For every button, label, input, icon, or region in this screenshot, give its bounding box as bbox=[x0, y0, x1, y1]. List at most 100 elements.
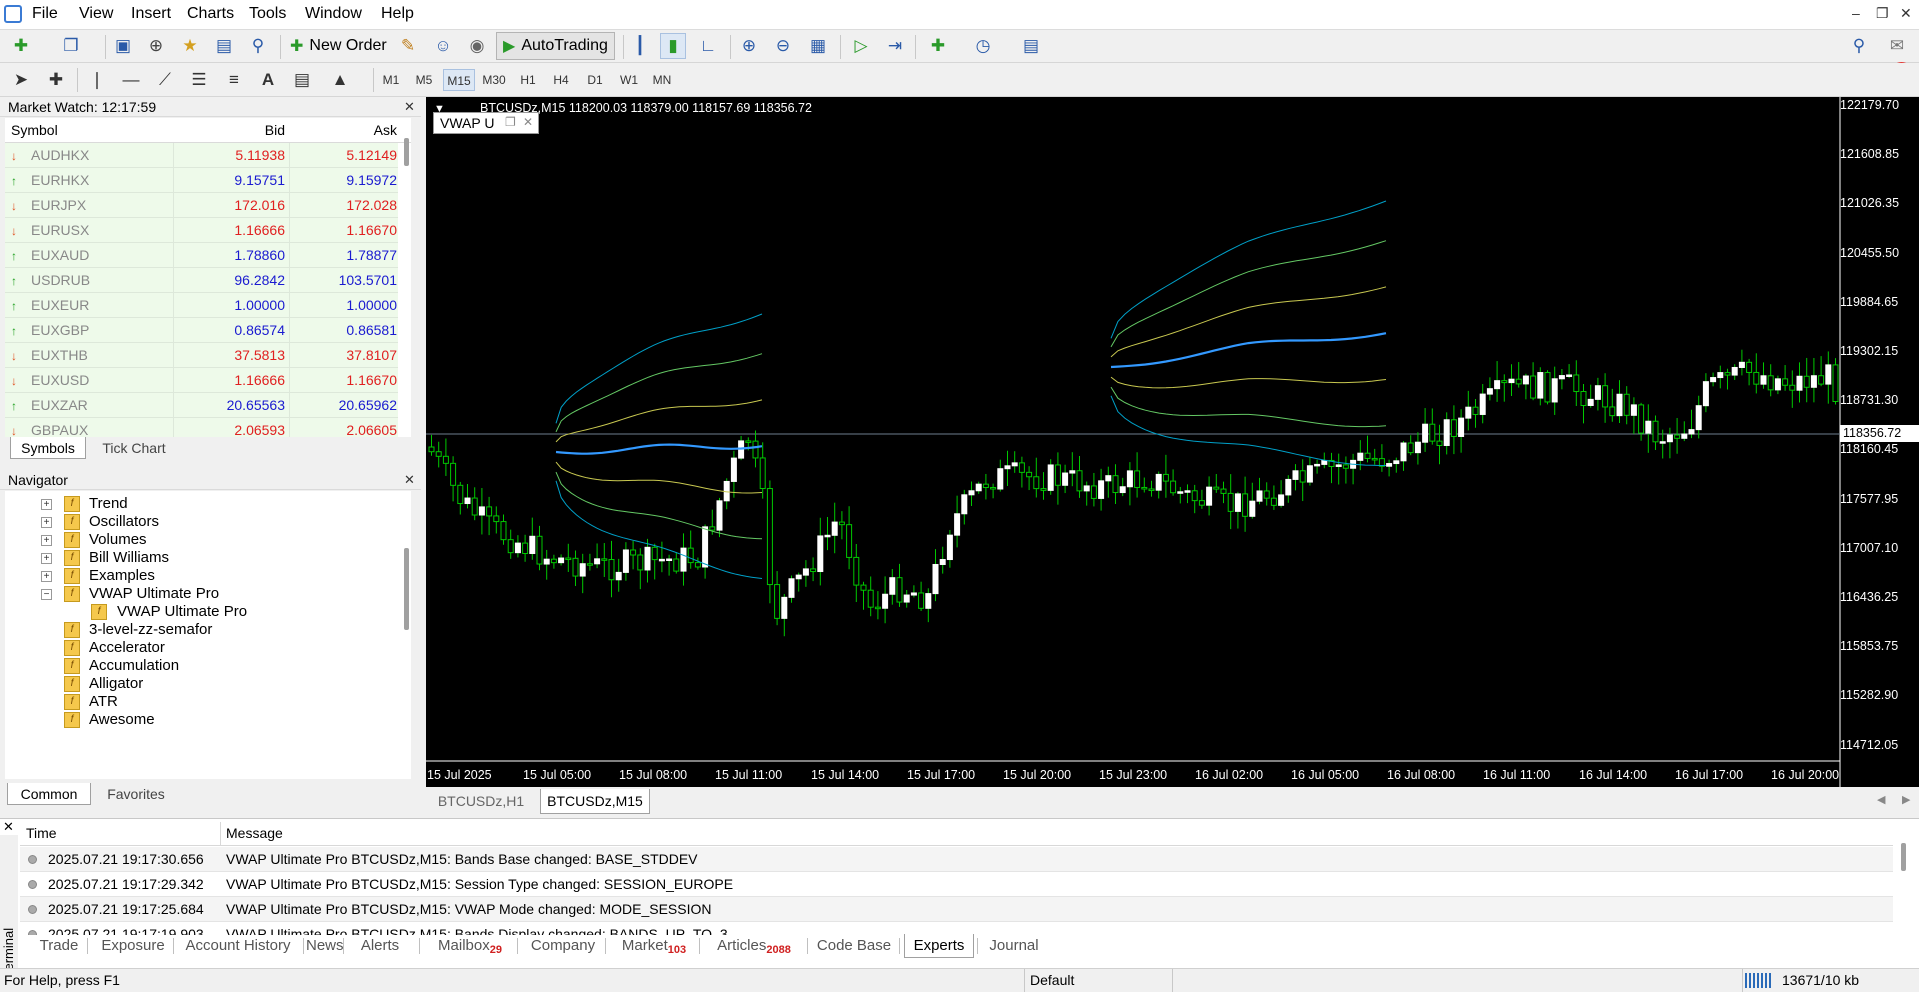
autoscroll-icon[interactable]: ▷ bbox=[848, 33, 874, 59]
market-watch-close-icon[interactable]: ✕ bbox=[404, 99, 415, 115]
indicator-close-icon[interactable]: ✕ bbox=[523, 115, 533, 129]
log-row[interactable]: 2025.07.21 19:17:25.684 VWAP Ultimate Pro… bbox=[20, 897, 1893, 922]
indicator-restore-icon[interactable]: ❐ bbox=[505, 115, 516, 129]
market-watch-row[interactable]: ↑ EUXAUD 1.78860 1.78877 bbox=[5, 243, 398, 268]
market-watch-row[interactable]: ↑ EUXGBP 0.86574 0.86581 bbox=[5, 318, 398, 343]
text-icon[interactable]: A bbox=[255, 67, 281, 93]
menu-tools[interactable]: Tools bbox=[249, 5, 286, 23]
text-label-icon[interactable]: ▤ bbox=[289, 67, 315, 93]
bar-chart-icon[interactable]: ┃ bbox=[627, 33, 653, 59]
market-watch-scrollbar[interactable] bbox=[404, 138, 409, 166]
new-order-button[interactable]: ✚ New Order bbox=[284, 32, 393, 60]
terminal-icon[interactable]: ▤ bbox=[211, 33, 237, 59]
market-watch-row[interactable]: ↑ EUXEUR 1.00000 1.00000 bbox=[5, 293, 398, 318]
close-icon[interactable]: ✕ bbox=[1900, 5, 1912, 22]
price-chart[interactable]: ▼ BTCUSDz,M15 118200.03 118379.00 118157… bbox=[426, 97, 1919, 787]
market-watch-row[interactable]: ↓ EUXTHB 37.5813 37.8107 bbox=[5, 343, 398, 368]
chart-shift-icon[interactable]: ⇥ bbox=[882, 33, 908, 59]
chart-tab-h1[interactable]: BTCUSDz,H1 bbox=[432, 789, 530, 814]
templates-icon[interactable]: ▤ bbox=[1018, 33, 1044, 59]
navigator-close-icon[interactable]: ✕ bbox=[404, 472, 415, 488]
timeframe-d1[interactable]: D1 bbox=[582, 69, 608, 91]
terminal-tab-code-base[interactable]: Code Base bbox=[812, 934, 896, 958]
timeframe-m15[interactable]: M15 bbox=[443, 69, 475, 91]
terminal-tab-journal[interactable]: Journal bbox=[982, 934, 1046, 958]
expand-icon[interactable]: + bbox=[41, 571, 52, 582]
timeframe-m5[interactable]: M5 bbox=[411, 69, 437, 91]
menu-file[interactable]: File bbox=[32, 5, 58, 23]
market-watch-row[interactable]: ↓ AUDHKX 5.11938 5.12149 bbox=[5, 143, 398, 168]
market-watch-row[interactable]: ↑ EUXZAR 20.65563 20.65962 bbox=[5, 393, 398, 418]
expand-icon[interactable]: + bbox=[41, 517, 52, 528]
channel-icon[interactable]: ☰ bbox=[186, 67, 212, 93]
tile-windows-icon[interactable]: ▦ bbox=[805, 33, 831, 59]
vertical-line-icon[interactable]: ❘ bbox=[84, 67, 110, 93]
trendline-icon[interactable]: ⟋ bbox=[152, 67, 178, 93]
terminal-tab-experts[interactable]: Experts bbox=[904, 934, 974, 958]
column-symbol[interactable]: Symbol bbox=[11, 122, 58, 138]
expand-icon[interactable]: + bbox=[41, 535, 52, 546]
tab-favorites[interactable]: Favorites bbox=[96, 783, 176, 805]
terminal-tab-company[interactable]: Company bbox=[524, 934, 602, 958]
menu-help[interactable]: Help bbox=[381, 5, 414, 23]
timeframe-m1[interactable]: M1 bbox=[378, 69, 404, 91]
terminal-tab-mailbox[interactable]: Mailbox29 bbox=[426, 934, 514, 958]
timeframe-w1[interactable]: W1 bbox=[616, 69, 642, 91]
navigator-icon[interactable]: ★ bbox=[177, 33, 203, 59]
candlestick-icon[interactable]: ▮ bbox=[660, 33, 686, 59]
restore-icon[interactable]: ❐ bbox=[1876, 5, 1889, 22]
data-window-icon[interactable]: ⊕ bbox=[143, 33, 169, 59]
market-watch-row[interactable]: ↓ EURUSX 1.16666 1.16670 bbox=[5, 218, 398, 243]
scroll-right-icon[interactable]: ▶ bbox=[1902, 793, 1910, 806]
periods-icon[interactable]: ◷ bbox=[970, 33, 996, 59]
timeframe-m30[interactable]: M30 bbox=[478, 69, 510, 91]
zoom-in-icon[interactable]: ⊕ bbox=[736, 33, 762, 59]
indicators-icon[interactable]: ✚ bbox=[925, 33, 951, 59]
autotrading-button[interactable]: ▶ AutoTrading bbox=[496, 32, 615, 60]
line-chart-icon[interactable]: ∟ bbox=[695, 33, 721, 59]
messages-icon[interactable]: ✉ bbox=[1884, 33, 1910, 59]
crosshair-icon[interactable]: ✚ bbox=[43, 67, 69, 93]
scroll-left-icon[interactable]: ◀ bbox=[1877, 793, 1885, 806]
cursor-icon[interactable]: ➤ bbox=[8, 67, 34, 93]
column-bid[interactable]: Bid bbox=[173, 122, 285, 138]
terminal-tab-account-history[interactable]: Account History bbox=[176, 934, 300, 958]
market-watch-row[interactable]: ↓ EURJPX 172.016 172.028 bbox=[5, 193, 398, 218]
market-watch-icon[interactable]: ▣ bbox=[110, 33, 136, 59]
terminal-tab-news[interactable]: News bbox=[306, 934, 344, 958]
minimize-icon[interactable]: – bbox=[1852, 5, 1860, 21]
timeframe-h1[interactable]: H1 bbox=[515, 69, 541, 91]
expand-icon[interactable]: + bbox=[41, 553, 52, 564]
market-watch-row[interactable]: ↑ USDRUB 96.2842 103.5701 bbox=[5, 268, 398, 293]
timeframe-h4[interactable]: H4 bbox=[548, 69, 574, 91]
menu-window[interactable]: Window bbox=[305, 5, 362, 23]
log-row[interactable]: 2025.07.21 19:17:29.342 VWAP Ultimate Pro… bbox=[20, 872, 1893, 897]
expand-icon[interactable]: + bbox=[41, 499, 52, 510]
market-watch-row[interactable]: ↑ EURHKX 9.15751 9.15972 bbox=[5, 168, 398, 193]
tab-symbols[interactable]: Symbols bbox=[10, 437, 86, 459]
fibonacci-icon[interactable]: ≡ bbox=[221, 67, 247, 93]
log-row[interactable]: 2025.07.21 19:17:30.656 VWAP Ultimate Pro… bbox=[20, 847, 1893, 872]
column-ask[interactable]: Ask bbox=[289, 122, 397, 138]
horizontal-line-icon[interactable]: — bbox=[118, 67, 144, 93]
chart-tab-m15[interactable]: BTCUSDz,M15 bbox=[540, 789, 650, 814]
terminal-tab-articles[interactable]: Articles2088 bbox=[704, 934, 804, 958]
menu-view[interactable]: View bbox=[79, 5, 113, 23]
navigator-item[interactable]: f Awesome bbox=[5, 709, 405, 731]
search-icon[interactable]: ⚲ bbox=[1846, 33, 1872, 59]
collapse-icon[interactable]: − bbox=[41, 589, 52, 600]
timeframe-mn[interactable]: MN bbox=[648, 69, 676, 91]
menu-insert[interactable]: Insert bbox=[131, 5, 171, 23]
strategy-tester-icon[interactable]: ⚲ bbox=[245, 33, 271, 59]
terminal-tab-market[interactable]: Market103 bbox=[612, 934, 696, 958]
profiles-icon[interactable]: ❐ bbox=[58, 33, 84, 59]
menu-charts[interactable]: Charts bbox=[187, 5, 234, 23]
new-chart-icon[interactable]: ✚ bbox=[8, 33, 34, 59]
market-watch-row[interactable]: ↓ EUXUSD 1.16666 1.16670 bbox=[5, 368, 398, 393]
vps-icon[interactable]: ◉ bbox=[464, 33, 490, 59]
terminal-scrollbar[interactable] bbox=[1901, 843, 1906, 871]
terminal-tab-trade[interactable]: Trade bbox=[34, 934, 84, 958]
indicator-window[interactable]: VWAP U ❐ ✕ bbox=[433, 112, 539, 134]
zoom-out-icon[interactable]: ⊖ bbox=[770, 33, 796, 59]
tab-common[interactable]: Common bbox=[7, 783, 91, 805]
